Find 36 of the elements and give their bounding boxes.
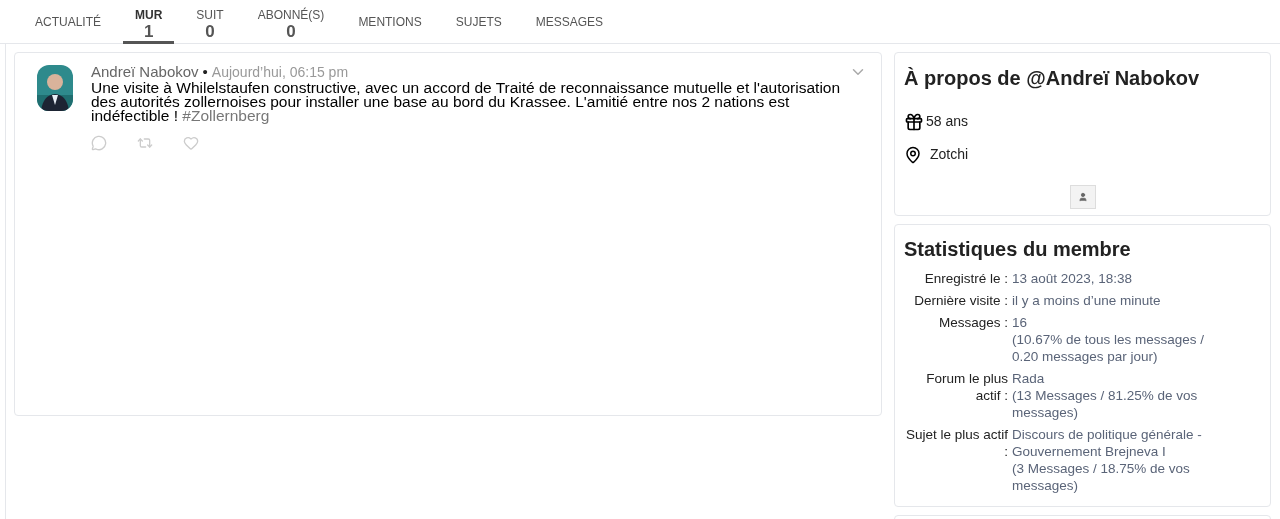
stat-label: Messages : xyxy=(937,314,1008,332)
separator-dot: • xyxy=(202,63,208,80)
profile-tab[interactable]: ACTUALITÉ xyxy=(23,0,113,44)
profile-tab[interactable]: MESSAGES xyxy=(523,0,616,44)
profile-button[interactable] xyxy=(1069,185,1096,209)
repost-icon[interactable] xyxy=(137,135,153,151)
location-pin-icon xyxy=(904,145,922,164)
profile-tab[interactable]: SUJETS xyxy=(443,0,514,44)
stat-value: (13 Messages / 81.25% de vos messages) xyxy=(1012,387,1199,421)
post-time: Aujourd’hui, 06:15 pm xyxy=(211,64,349,80)
post-text: Une visite à Whilelstaufen constructive, avec un accord de Traité de reconnaissance mutuelle et l'autorisation des autorités zollernoises pour installer une base au bord du Krassee. L'amitié entre nos 2 nations est indéfectible ! #Zollernberg xyxy=(91,81,842,123)
stat-value: 16 xyxy=(1012,314,1029,331)
age-text: 58 ans xyxy=(926,112,969,131)
stat-value: (10.67% de tous les messages / 0.20 messages par jour) xyxy=(1012,331,1206,365)
hashtag-link[interactable]: #Zollernberg xyxy=(182,107,270,124)
stat-value: il y a moins d’une minute xyxy=(1012,292,1162,309)
profile-tab[interactable]: SUIT 0 xyxy=(184,0,236,44)
profile-tab[interactable]: ABONNÉ(S) 0 xyxy=(245,0,337,44)
card-title: Statistiques du membre xyxy=(904,237,1132,262)
stat-value: 13 août 2023, 18:38 xyxy=(1012,270,1134,287)
stat-label: Dernière visite : xyxy=(913,292,1008,309)
author-name[interactable]: Andreï Nabokov xyxy=(91,63,199,80)
stat-label: Enregistré le : xyxy=(923,270,1008,287)
stat-label: Forum le plus actif : xyxy=(925,370,1008,405)
heart-icon[interactable] xyxy=(183,135,199,151)
user-icon xyxy=(1077,192,1088,202)
card-title: À propos de @Andreï Nabokov xyxy=(904,66,1201,91)
comment-icon[interactable] xyxy=(91,135,107,151)
stat-label: Sujet le plus actif : xyxy=(904,426,1008,461)
profile-tab[interactable]: MUR 1 xyxy=(123,0,175,44)
gift-icon xyxy=(904,111,924,132)
stat-value: (3 Messages / 18.75% de vos messages) xyxy=(1012,460,1191,494)
stat-value: Discours de politique générale - Gouvernement Brejneva I xyxy=(1012,426,1203,460)
location-text: Zotchi xyxy=(930,145,969,164)
profile-tab[interactable]: MENTIONS xyxy=(346,0,434,44)
stat-value: Rada xyxy=(1012,370,1046,387)
